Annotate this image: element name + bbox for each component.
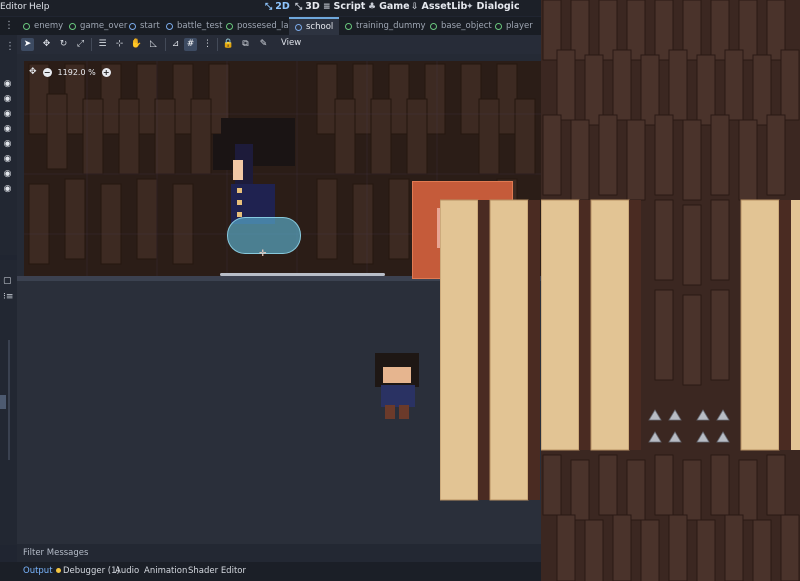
scene-tab-school[interactable]: school (289, 17, 340, 35)
ruler-tool-icon[interactable]: ◺ (147, 38, 160, 51)
ruler-vertical (17, 61, 24, 279)
filter-messages-input[interactable]: Filter Messages (23, 548, 88, 558)
scene-tab-battle-test[interactable]: battle_test (160, 17, 228, 35)
toolbar-separator (91, 38, 92, 51)
workspace-game-button[interactable]: ♣ Game (368, 1, 410, 12)
menu-bar: Editor Help ⤡ 2D ⤡ 3D ≡ Script ♣ Game ⇩ … (0, 0, 541, 16)
filter-icon[interactable]: ⁝≡ (3, 292, 13, 302)
tab-animation[interactable]: Animation (144, 566, 187, 576)
scene-2d-icon (23, 22, 30, 30)
bottom-panel-tabs: Output Debugger (1) Audio Animation Shad… (0, 562, 541, 581)
lock-icon[interactable]: 🔒 (222, 38, 235, 51)
running-game-window[interactable] (541, 0, 800, 581)
script-icon: ≡ (323, 1, 331, 12)
tab-audio[interactable]: Audio (115, 566, 139, 576)
toolbar-separator (165, 38, 166, 51)
workspace-assetlib-button[interactable]: ⇩ AssetLib (411, 1, 467, 12)
workspace-3d-button[interactable]: ⤡ 3D (295, 1, 320, 12)
visibility-eye-icon[interactable]: ◉ (2, 170, 13, 179)
scroll-indicator[interactable] (220, 273, 385, 276)
scene-tab-training-dummy[interactable]: training_dummy (339, 17, 432, 35)
assetlib-icon: ⇩ (411, 1, 419, 12)
2d-icon: ⤡ (265, 1, 273, 12)
inspector-dock: ▢ ⁝≡ (0, 260, 17, 545)
screen: Editor Help ⤡ 2D ⤡ 3D ≡ Script ♣ Game ⇩ … (0, 0, 800, 581)
smart-snap-icon[interactable]: ⊿ (169, 38, 182, 51)
ruler-horizontal (17, 54, 541, 61)
game-icon: ♣ (368, 1, 377, 12)
scene-tree-dock: ⋮ ◉ ◉ ◉ ◉ ◉ ◉ ◉ ◉ (0, 35, 17, 255)
output-filter-bar: Filter Messages (17, 544, 541, 562)
panel-icon[interactable]: ▢ (3, 276, 12, 286)
menu-help[interactable]: Help (29, 2, 50, 12)
scene-tab-bar: ⋮ enemy game_over start battle_test poss… (0, 17, 541, 35)
group-icon[interactable]: ⧉ (239, 38, 252, 51)
pivot-tool-icon[interactable]: ⊹ (113, 38, 126, 51)
visibility-eye-icon[interactable]: ◉ (2, 140, 13, 149)
scene-tab-player[interactable]: player (489, 17, 539, 35)
dock-handle-icon[interactable]: ⋮ (5, 41, 15, 52)
zoom-controls: ✥ − 1192.0 % + (29, 67, 111, 77)
visibility-eye-icon[interactable]: ◉ (2, 95, 13, 104)
visibility-eye-icon[interactable]: ◉ (2, 125, 13, 134)
zoom-out-button[interactable]: − (42, 67, 52, 77)
bone-icon[interactable]: ✎ (257, 38, 270, 51)
game-floor (541, 0, 800, 581)
visibility-eye-icon[interactable]: ◉ (2, 185, 13, 194)
scale-tool-icon[interactable]: ⤢ (74, 38, 87, 51)
warning-dot-icon (56, 568, 61, 573)
scene-node-icon (295, 23, 302, 31)
zoom-in-button[interactable]: + (101, 67, 111, 77)
scene-tab-enemy[interactable]: enemy (17, 17, 69, 35)
view-menu[interactable]: View (281, 38, 301, 48)
snap-options-icon[interactable]: ⋮ (201, 38, 214, 51)
tab-shader-editor[interactable]: Shader Editor (188, 566, 246, 576)
visibility-eye-icon[interactable]: ◉ (2, 110, 13, 119)
center-view-icon[interactable]: ✥ (29, 67, 37, 77)
scene-2d-icon (226, 22, 233, 30)
scene-2d-icon (345, 22, 352, 30)
scene-2d-icon (495, 22, 502, 30)
tab-menu-icon[interactable]: ⋮ (4, 20, 14, 31)
game-lockers-overlap (440, 199, 540, 501)
workspace-script-button[interactable]: ≡ Script (323, 1, 365, 12)
menu-editor[interactable]: Editor (0, 2, 27, 12)
scene-node-icon (129, 22, 136, 30)
workspace-2d-button[interactable]: ⤡ 2D (265, 1, 290, 12)
zoom-level-label[interactable]: 1192.0 % (58, 68, 96, 77)
scene-node-icon (166, 22, 173, 30)
pan-tool-icon[interactable]: ✋ (130, 38, 143, 51)
visibility-eye-icon[interactable]: ◉ (2, 80, 13, 89)
tab-debugger[interactable]: Debugger (1) (56, 566, 120, 576)
3d-icon: ⤡ (295, 1, 303, 12)
origin-cross-icon: ✛ (259, 249, 267, 259)
select-tool-icon[interactable]: ➤ (21, 38, 34, 51)
list-select-icon[interactable]: ☰ (96, 38, 109, 51)
rotate-tool-icon[interactable]: ↻ (57, 38, 70, 51)
move-tool-icon[interactable]: ✥ (40, 38, 53, 51)
canvas-toolbar: ➤ ✥ ↻ ⤢ ☰ ⊹ ✋ ◺ ⊿ # ⋮ 🔒 ⧉ ✎ View (17, 35, 541, 54)
visibility-eye-icon[interactable]: ◉ (2, 155, 13, 164)
grid-snap-icon[interactable]: # (184, 38, 197, 51)
scene-2d-icon (430, 22, 437, 30)
dock-scrollbar[interactable] (8, 340, 10, 460)
workspace-dialogic-button[interactable]: ✦ Dialogic (466, 1, 520, 12)
toolbar-separator (217, 38, 218, 51)
tab-output[interactable]: Output (23, 566, 53, 576)
player-sprite (375, 353, 419, 419)
dialogic-icon: ✦ (466, 1, 474, 12)
scene-2d-icon (69, 22, 76, 30)
dock-scroll-thumb[interactable] (0, 395, 6, 409)
scene-tab-base-object[interactable]: base_object (424, 17, 498, 35)
